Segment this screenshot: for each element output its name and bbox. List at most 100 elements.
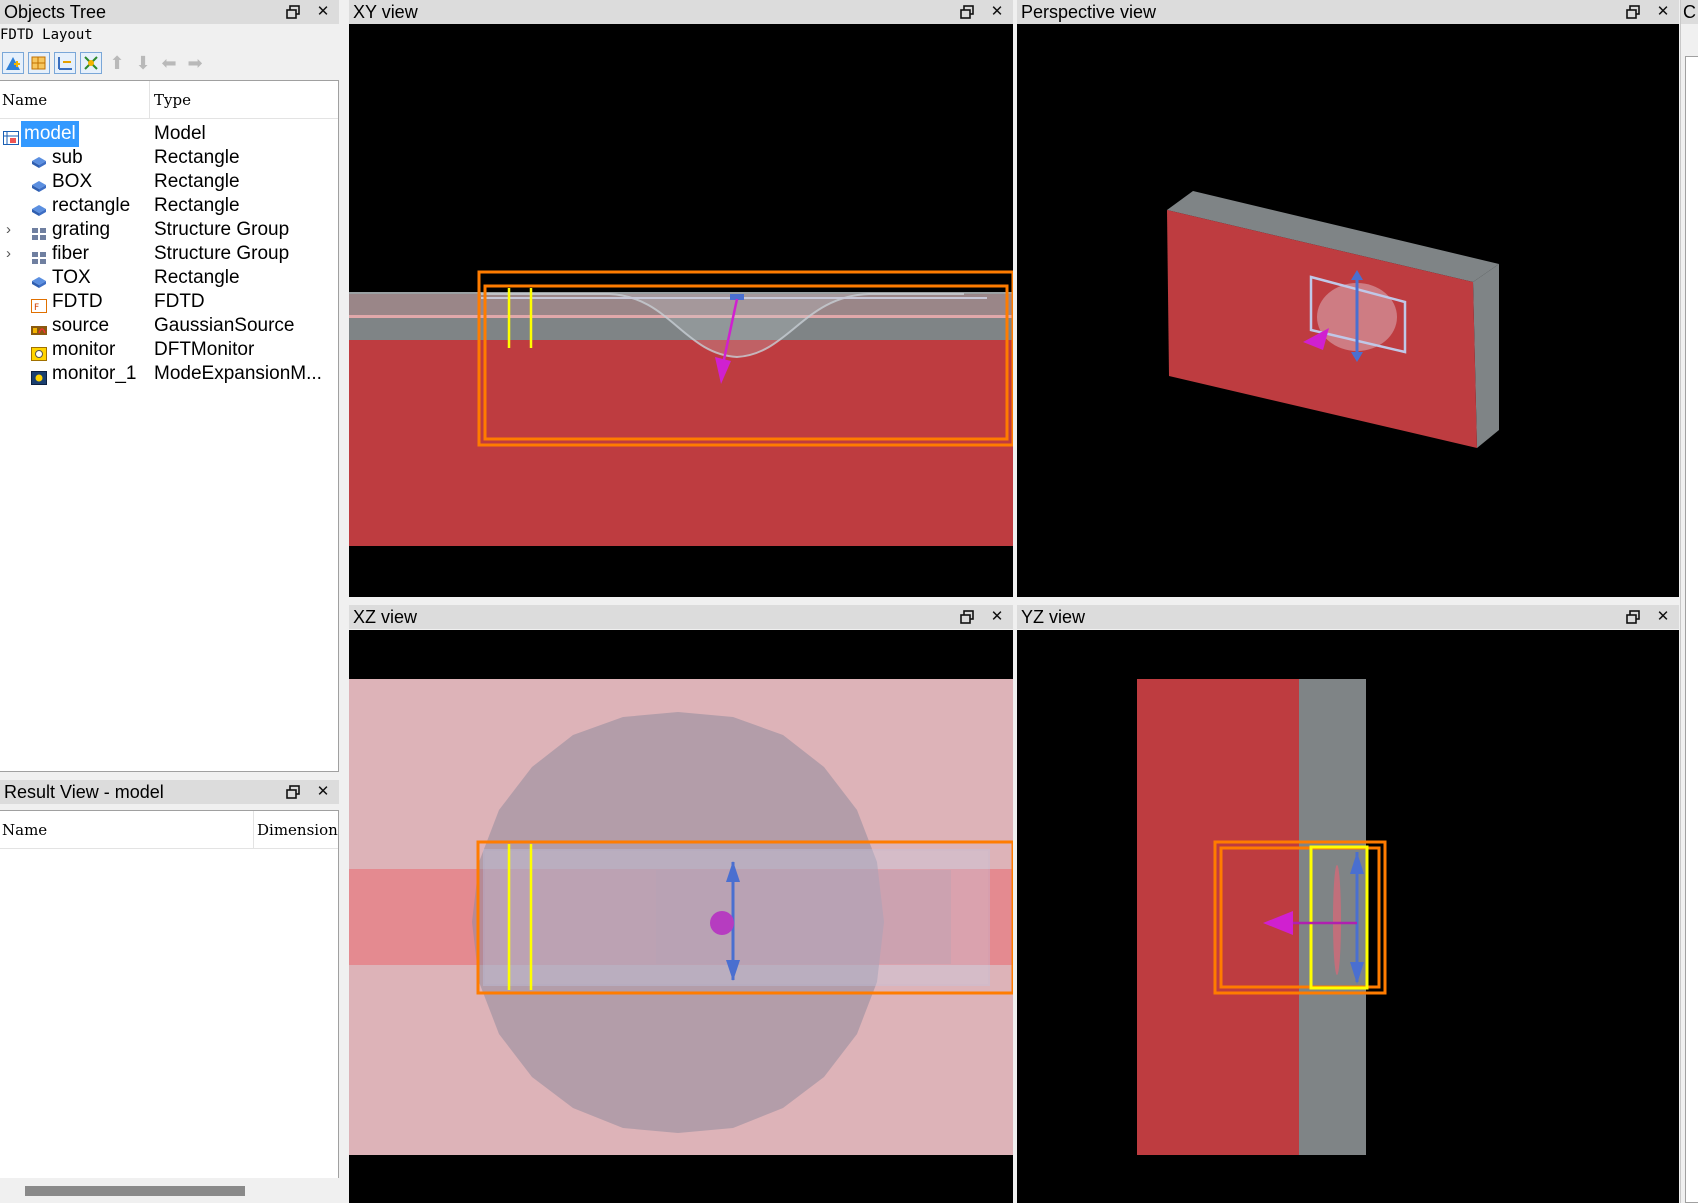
add-mesh-icon[interactable] (54, 52, 76, 74)
tree-item-type: Structure Group (154, 219, 290, 240)
rectangle-icon (31, 151, 47, 168)
float-icon[interactable] (959, 4, 975, 20)
close-icon[interactable]: ✕ (1655, 3, 1671, 20)
tree-column-type[interactable]: Type (154, 91, 191, 109)
float-icon[interactable] (959, 609, 975, 625)
float-icon[interactable] (285, 784, 301, 800)
perspective-view-title: Perspective view (1021, 2, 1157, 22)
right-panel-title: C (1681, 0, 1698, 24)
close-icon[interactable]: ✕ (989, 3, 1005, 20)
tree-item-model[interactable]: model Model (0, 121, 338, 147)
fdtd-icon: F (31, 295, 47, 313)
objects-tree-list: Name Type model Model sub Rectangle BOX Recta… (0, 80, 339, 772)
tree-item-name: monitor_1 (52, 363, 137, 384)
tree-item-type: ModeExpansionM... (154, 363, 322, 384)
close-icon[interactable]: ✕ (1655, 608, 1671, 625)
add-analysis-icon[interactable] (80, 52, 102, 74)
tree-item-fdtd[interactable]: F FDTD FDTD (0, 289, 338, 315)
tree-item-type: DFTMonitor (154, 339, 255, 360)
tree-item-monitor[interactable]: monitor DFTMonitor (0, 337, 338, 363)
tree-item-name: source (52, 315, 110, 336)
xz-view-canvas[interactable] (349, 630, 1013, 1203)
close-icon[interactable]: ✕ (315, 783, 331, 800)
result-view-list: Name Dimension (0, 810, 339, 1203)
tree-item-type: Structure Group (154, 243, 290, 264)
tree-item-type: Rectangle (154, 195, 240, 216)
add-structure-icon[interactable] (2, 52, 24, 74)
tree-item-type: FDTD (154, 291, 205, 312)
rectangle-icon (31, 175, 47, 192)
tree-item-name: fiber (52, 243, 89, 264)
objects-tree-titlebar: Objects Tree ✕ (0, 0, 339, 24)
tree-layout-label: FDTD Layout (0, 27, 93, 43)
tree-item-name: FDTD (52, 291, 103, 312)
perspective-view-canvas[interactable] (1017, 24, 1679, 597)
tree-item-source[interactable]: source GaussianSource (0, 313, 338, 339)
perspective-view-titlebar: Perspective view ✕ (1017, 0, 1679, 24)
column-divider[interactable] (253, 811, 254, 849)
tree-toolbar: ⬆ ⬇ ⬅ ➡ (2, 52, 206, 74)
tree-item-type: Rectangle (154, 147, 240, 168)
tree-item-grating[interactable]: › grating Structure Group (0, 217, 338, 243)
rectangle-icon (31, 271, 47, 288)
float-icon[interactable] (285, 4, 301, 20)
tree-item-name: sub (52, 147, 83, 168)
right-panel-content (1685, 56, 1698, 1203)
xz-view-title: XZ view (353, 607, 418, 627)
xy-view-title: XY view (353, 2, 418, 22)
tree-item-rectangle[interactable]: rectangle Rectangle (0, 193, 338, 219)
tree-column-name[interactable]: Name (2, 91, 47, 109)
objects-tree-title: Objects Tree (4, 2, 107, 22)
tree-item-tox[interactable]: TOX Rectangle (0, 265, 338, 291)
result-header: Name Dimension (0, 811, 338, 849)
add-group-icon[interactable] (28, 52, 50, 74)
right-panel-strip: C (1680, 0, 1698, 1203)
source-icon (31, 319, 47, 335)
move-right-icon[interactable]: ➡ (184, 52, 206, 74)
expand-chevron-icon[interactable]: › (6, 241, 11, 267)
rectangle-icon (31, 199, 47, 216)
scrollbar-thumb[interactable] (25, 1186, 245, 1196)
move-up-icon[interactable]: ⬆ (106, 52, 128, 74)
move-left-icon[interactable]: ⬅ (158, 52, 180, 74)
monitor-icon (31, 343, 47, 361)
svg-text:F: F (34, 303, 39, 313)
mode-monitor-icon (31, 367, 47, 385)
tree-item-name: model (21, 121, 79, 147)
source-direction-dot (710, 911, 734, 935)
tree-header: Name Type (0, 81, 338, 119)
result-view-title: Result View - model (4, 782, 164, 802)
tree-item-name: BOX (52, 171, 93, 192)
tree-item-type: Rectangle (154, 171, 240, 192)
substrate-region (1137, 679, 1299, 1155)
result-view-titlebar: Result View - model ✕ (0, 780, 339, 804)
close-icon[interactable]: ✕ (315, 3, 331, 20)
move-down-icon[interactable]: ⬇ (132, 52, 154, 74)
horizontal-scrollbar[interactable] (0, 1178, 339, 1203)
xy-view-titlebar: XY view ✕ (349, 0, 1013, 24)
tree-item-name: grating (52, 219, 111, 240)
objects-tree-panel: Objects Tree ✕ FDTD Layout ⬆ ⬇ ⬅ ➡ Name (0, 0, 339, 772)
tree-item-box[interactable]: BOX Rectangle (0, 169, 338, 195)
structure-group-icon (31, 223, 47, 240)
result-column-dimension[interactable]: Dimension (257, 821, 338, 839)
close-icon[interactable]: ✕ (989, 608, 1005, 625)
tree-item-type: Rectangle (154, 267, 240, 288)
column-divider[interactable] (149, 81, 150, 119)
expand-chevron-icon[interactable]: › (6, 217, 11, 243)
structure-group-icon (31, 247, 47, 264)
float-icon[interactable] (1625, 4, 1641, 20)
yz-view-canvas[interactable] (1017, 630, 1679, 1203)
yz-view-title: YZ view (1021, 607, 1086, 627)
xy-view-canvas[interactable] (349, 24, 1013, 597)
model-icon (3, 127, 19, 145)
tree-item-name: monitor (52, 339, 116, 360)
tree-item-sub[interactable]: sub Rectangle (0, 145, 338, 171)
tree-item-name: rectangle (52, 195, 131, 216)
xz-view-titlebar: XZ view ✕ (349, 605, 1013, 629)
result-column-name[interactable]: Name (2, 821, 47, 839)
tree-item-type: Model (154, 123, 206, 144)
float-icon[interactable] (1625, 609, 1641, 625)
tree-item-fiber[interactable]: › fiber Structure Group (0, 241, 338, 267)
tree-item-monitor_1[interactable]: monitor_1 ModeExpansionM... (0, 361, 338, 387)
